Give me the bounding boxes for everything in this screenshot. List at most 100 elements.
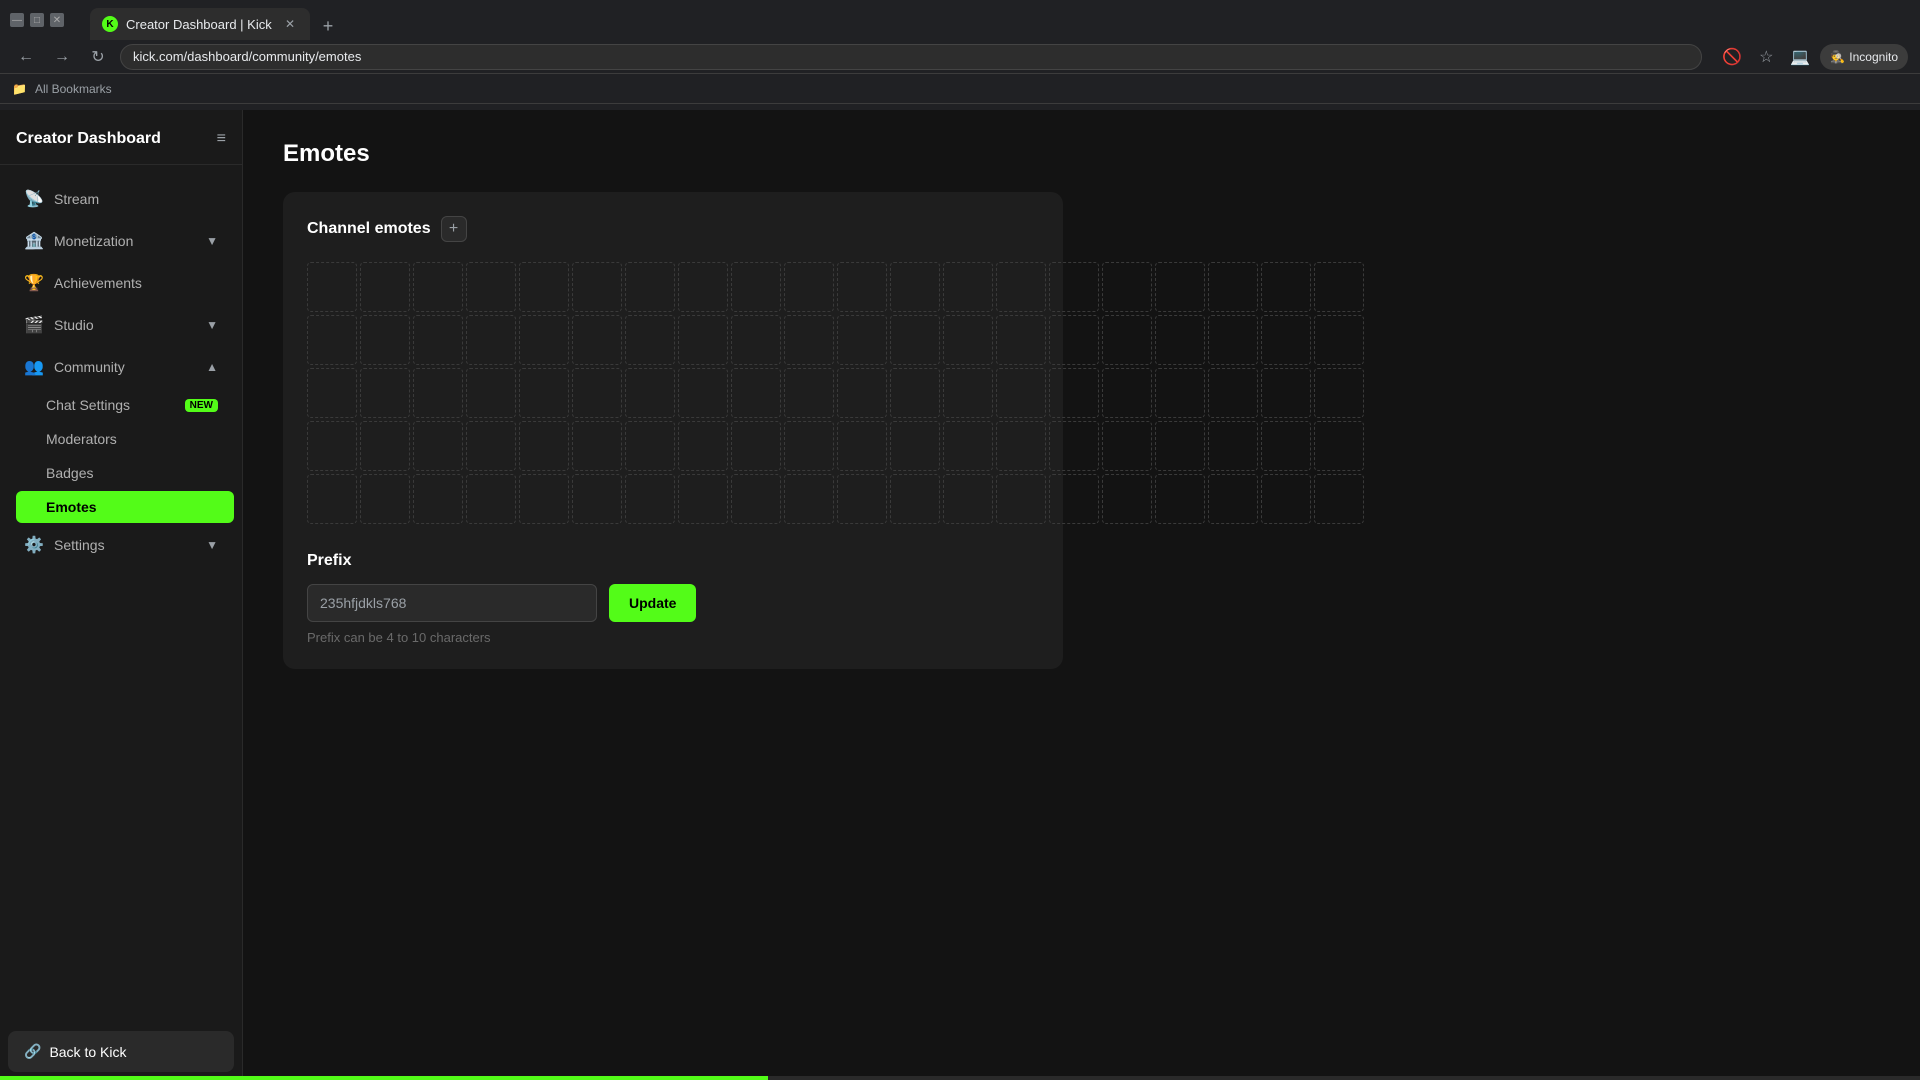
emote-slot[interactable] bbox=[943, 315, 993, 365]
emote-slot[interactable] bbox=[519, 368, 569, 418]
emote-slot[interactable] bbox=[625, 262, 675, 312]
emote-slot[interactable] bbox=[890, 368, 940, 418]
back-button[interactable]: ← bbox=[12, 43, 40, 71]
emote-slot[interactable] bbox=[307, 315, 357, 365]
url-bar[interactable]: kick.com/dashboard/community/emotes bbox=[120, 44, 1702, 70]
emote-slot[interactable] bbox=[731, 368, 781, 418]
emote-slot[interactable] bbox=[1314, 262, 1364, 312]
emote-slot[interactable] bbox=[572, 368, 622, 418]
emote-slot[interactable] bbox=[996, 474, 1046, 524]
emote-slot[interactable] bbox=[1208, 368, 1258, 418]
sidebar-item-achievements[interactable]: 🏆 Achievements bbox=[8, 263, 234, 303]
update-button[interactable]: Update bbox=[609, 584, 696, 622]
sidebar-item-moderators[interactable]: Moderators bbox=[16, 423, 234, 455]
tab-close-button[interactable]: ✕ bbox=[282, 16, 298, 32]
camera-off-icon[interactable]: 🚫 bbox=[1718, 43, 1746, 71]
emote-slot[interactable] bbox=[731, 315, 781, 365]
emote-slot[interactable] bbox=[837, 262, 887, 312]
sidebar-item-monetization[interactable]: 🏦 Monetization ▼ bbox=[8, 221, 234, 261]
emote-slot[interactable] bbox=[996, 421, 1046, 471]
reload-button[interactable]: ↻ bbox=[84, 43, 112, 71]
emote-slot[interactable] bbox=[572, 315, 622, 365]
emote-slot[interactable] bbox=[1155, 315, 1205, 365]
emote-slot[interactable] bbox=[413, 368, 463, 418]
emote-slot[interactable] bbox=[1102, 421, 1152, 471]
emote-slot[interactable] bbox=[466, 262, 516, 312]
emote-slot[interactable] bbox=[1314, 421, 1364, 471]
emote-slot[interactable] bbox=[307, 474, 357, 524]
emote-slot[interactable] bbox=[678, 421, 728, 471]
sidebar-item-stream[interactable]: 📡 Stream bbox=[8, 179, 234, 219]
emote-slot[interactable] bbox=[572, 262, 622, 312]
emote-slot[interactable] bbox=[413, 315, 463, 365]
emote-slot[interactable] bbox=[572, 474, 622, 524]
emote-slot[interactable] bbox=[678, 474, 728, 524]
emote-slot[interactable] bbox=[572, 421, 622, 471]
emote-slot[interactable] bbox=[1314, 315, 1364, 365]
minimize-button[interactable]: — bbox=[10, 13, 24, 27]
emote-slot[interactable] bbox=[1102, 315, 1152, 365]
add-emote-button[interactable]: + bbox=[441, 216, 467, 242]
emote-slot[interactable] bbox=[678, 262, 728, 312]
emote-slot[interactable] bbox=[1261, 262, 1311, 312]
emote-slot[interactable] bbox=[1208, 315, 1258, 365]
emote-slot[interactable] bbox=[1049, 368, 1099, 418]
emote-slot[interactable] bbox=[466, 474, 516, 524]
emote-slot[interactable] bbox=[1261, 421, 1311, 471]
tablet-icon[interactable]: 💻 bbox=[1786, 43, 1814, 71]
emote-slot[interactable] bbox=[784, 368, 834, 418]
sidebar-item-chat-settings[interactable]: Chat Settings NEW bbox=[16, 389, 234, 421]
bookmark-icon[interactable]: ☆ bbox=[1752, 43, 1780, 71]
emote-slot[interactable] bbox=[1049, 315, 1099, 365]
emote-slot[interactable] bbox=[307, 262, 357, 312]
emote-slot[interactable] bbox=[731, 421, 781, 471]
emote-slot[interactable] bbox=[731, 262, 781, 312]
emote-slot[interactable] bbox=[1102, 474, 1152, 524]
emote-slot[interactable] bbox=[519, 262, 569, 312]
emote-slot[interactable] bbox=[784, 421, 834, 471]
prefix-input[interactable] bbox=[307, 584, 597, 622]
emote-slot[interactable] bbox=[996, 315, 1046, 365]
emote-slot[interactable] bbox=[1155, 368, 1205, 418]
emote-slot[interactable] bbox=[413, 421, 463, 471]
emote-slot[interactable] bbox=[890, 262, 940, 312]
sidebar-item-studio[interactable]: 🎬 Studio ▼ bbox=[8, 305, 234, 345]
emote-slot[interactable] bbox=[519, 421, 569, 471]
emote-slot[interactable] bbox=[1261, 315, 1311, 365]
sidebar-toggle-button[interactable]: ≡ bbox=[217, 130, 226, 148]
emote-slot[interactable] bbox=[996, 368, 1046, 418]
emote-slot[interactable] bbox=[466, 368, 516, 418]
emote-slot[interactable] bbox=[360, 421, 410, 471]
emote-slot[interactable] bbox=[784, 262, 834, 312]
active-tab[interactable]: K Creator Dashboard | Kick ✕ bbox=[90, 8, 310, 40]
emote-slot[interactable] bbox=[466, 315, 516, 365]
back-to-kick-button[interactable]: 🔗 Back to Kick bbox=[8, 1031, 234, 1072]
emote-slot[interactable] bbox=[466, 421, 516, 471]
emote-slot[interactable] bbox=[890, 421, 940, 471]
emote-slot[interactable] bbox=[625, 474, 675, 524]
sidebar-item-badges[interactable]: Badges bbox=[16, 457, 234, 489]
emote-slot[interactable] bbox=[996, 262, 1046, 312]
emote-slot[interactable] bbox=[678, 315, 728, 365]
maximize-button[interactable]: □ bbox=[30, 13, 44, 27]
emote-slot[interactable] bbox=[1155, 474, 1205, 524]
emote-slot[interactable] bbox=[1314, 474, 1364, 524]
emote-slot[interactable] bbox=[837, 368, 887, 418]
emote-slot[interactable] bbox=[625, 315, 675, 365]
emote-slot[interactable] bbox=[678, 368, 728, 418]
emote-slot[interactable] bbox=[784, 315, 834, 365]
emote-slot[interactable] bbox=[1208, 421, 1258, 471]
emote-slot[interactable] bbox=[1049, 474, 1099, 524]
new-tab-button[interactable]: + bbox=[314, 12, 342, 40]
emote-slot[interactable] bbox=[360, 315, 410, 365]
emote-slot[interactable] bbox=[360, 368, 410, 418]
emote-slot[interactable] bbox=[625, 368, 675, 418]
emote-slot[interactable] bbox=[1102, 368, 1152, 418]
emote-slot[interactable] bbox=[890, 315, 940, 365]
sidebar-item-community[interactable]: 👥 Community ▲ bbox=[8, 347, 234, 387]
emote-slot[interactable] bbox=[837, 315, 887, 365]
emote-slot[interactable] bbox=[1208, 262, 1258, 312]
emote-slot[interactable] bbox=[784, 474, 834, 524]
emote-slot[interactable] bbox=[1261, 368, 1311, 418]
close-button[interactable]: ✕ bbox=[50, 13, 64, 27]
